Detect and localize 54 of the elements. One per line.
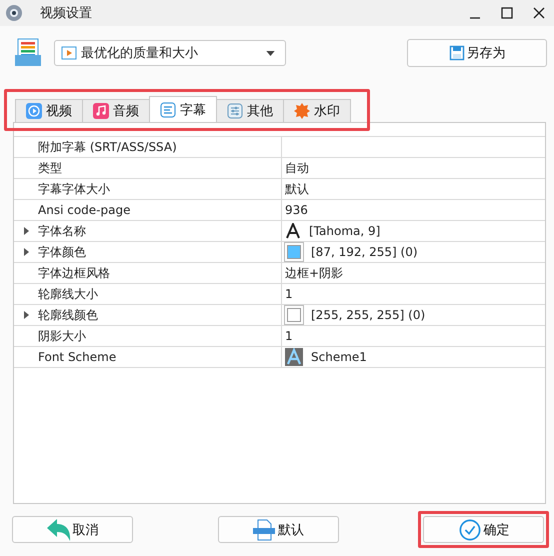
property-name: 轮廓线颜色 [38, 306, 98, 324]
tab[interactable]: 视频 [15, 99, 83, 122]
property-value[interactable]: 1 [285, 329, 293, 343]
property-value[interactable]: [Tahoma, 9] [309, 224, 380, 238]
property-name: 轮廓线大小 [38, 286, 98, 302]
property-name: 字幕字体大小 [38, 180, 110, 198]
default-button[interactable]: 默认 [218, 516, 338, 543]
property-value[interactable]: 936 [285, 203, 308, 217]
property-name: Ansi code-page [38, 203, 130, 217]
app-icon [4, 3, 24, 23]
expand-arrow-icon[interactable] [24, 311, 28, 319]
save-as-button[interactable]: 另存为 [407, 39, 547, 67]
preset-dropdown[interactable]: 最优化的质量和大小 [54, 40, 286, 66]
document-icon [252, 518, 276, 540]
property-value[interactable]: 1 [285, 287, 293, 301]
tab[interactable]: 水印 [283, 99, 351, 122]
subtitle-icon [160, 102, 176, 118]
property-value[interactable]: 自动 [285, 160, 309, 176]
property-value[interactable]: 默认 [285, 180, 309, 198]
tab[interactable]: 其他 [216, 99, 284, 122]
play-icon [26, 103, 42, 119]
close-icon[interactable] [532, 6, 546, 20]
property-name: 阴影大小 [38, 328, 86, 344]
window-title: 视频设置 [40, 5, 92, 22]
property-name: Font Scheme [38, 350, 116, 364]
property-value[interactable]: Scheme1 [311, 350, 367, 364]
letter-a-icon [285, 223, 301, 239]
property-name: 字体边框风格 [38, 264, 110, 282]
expand-arrow-icon[interactable] [24, 227, 28, 235]
color-swatch[interactable] [287, 308, 301, 322]
back-arrow-icon [46, 518, 70, 540]
list-tray-icon [14, 37, 42, 69]
tab[interactable]: 字幕 [149, 96, 217, 122]
expand-arrow-icon[interactable] [24, 248, 28, 256]
property-value[interactable]: [87, 192, 255] (0) [311, 245, 418, 259]
checkmark-icon [458, 518, 482, 540]
caret-icon [266, 50, 275, 56]
font-scheme-icon [285, 348, 303, 366]
tab[interactable]: 音频 [82, 99, 150, 122]
property-name: 字体颜色 [38, 244, 86, 260]
film-icon [61, 45, 77, 61]
property-name: 类型 [38, 160, 62, 176]
ok-button[interactable]: 确定 [423, 516, 544, 543]
property-value[interactable]: [255, 255, 255] (0) [311, 308, 426, 322]
sliders-icon [227, 103, 243, 119]
cancel-button[interactable]: 取消 [12, 516, 133, 543]
property-name: 附加字幕 (SRT/ASS/SSA) [38, 138, 177, 156]
maximize-icon[interactable] [500, 6, 514, 20]
new-badge-icon [294, 103, 310, 119]
property-value[interactable]: 边框+阴影 [285, 264, 344, 282]
color-swatch[interactable] [287, 245, 301, 259]
floppy-icon [448, 45, 464, 61]
property-name: 字体名称 [38, 222, 86, 240]
music-note-icon [93, 103, 109, 119]
